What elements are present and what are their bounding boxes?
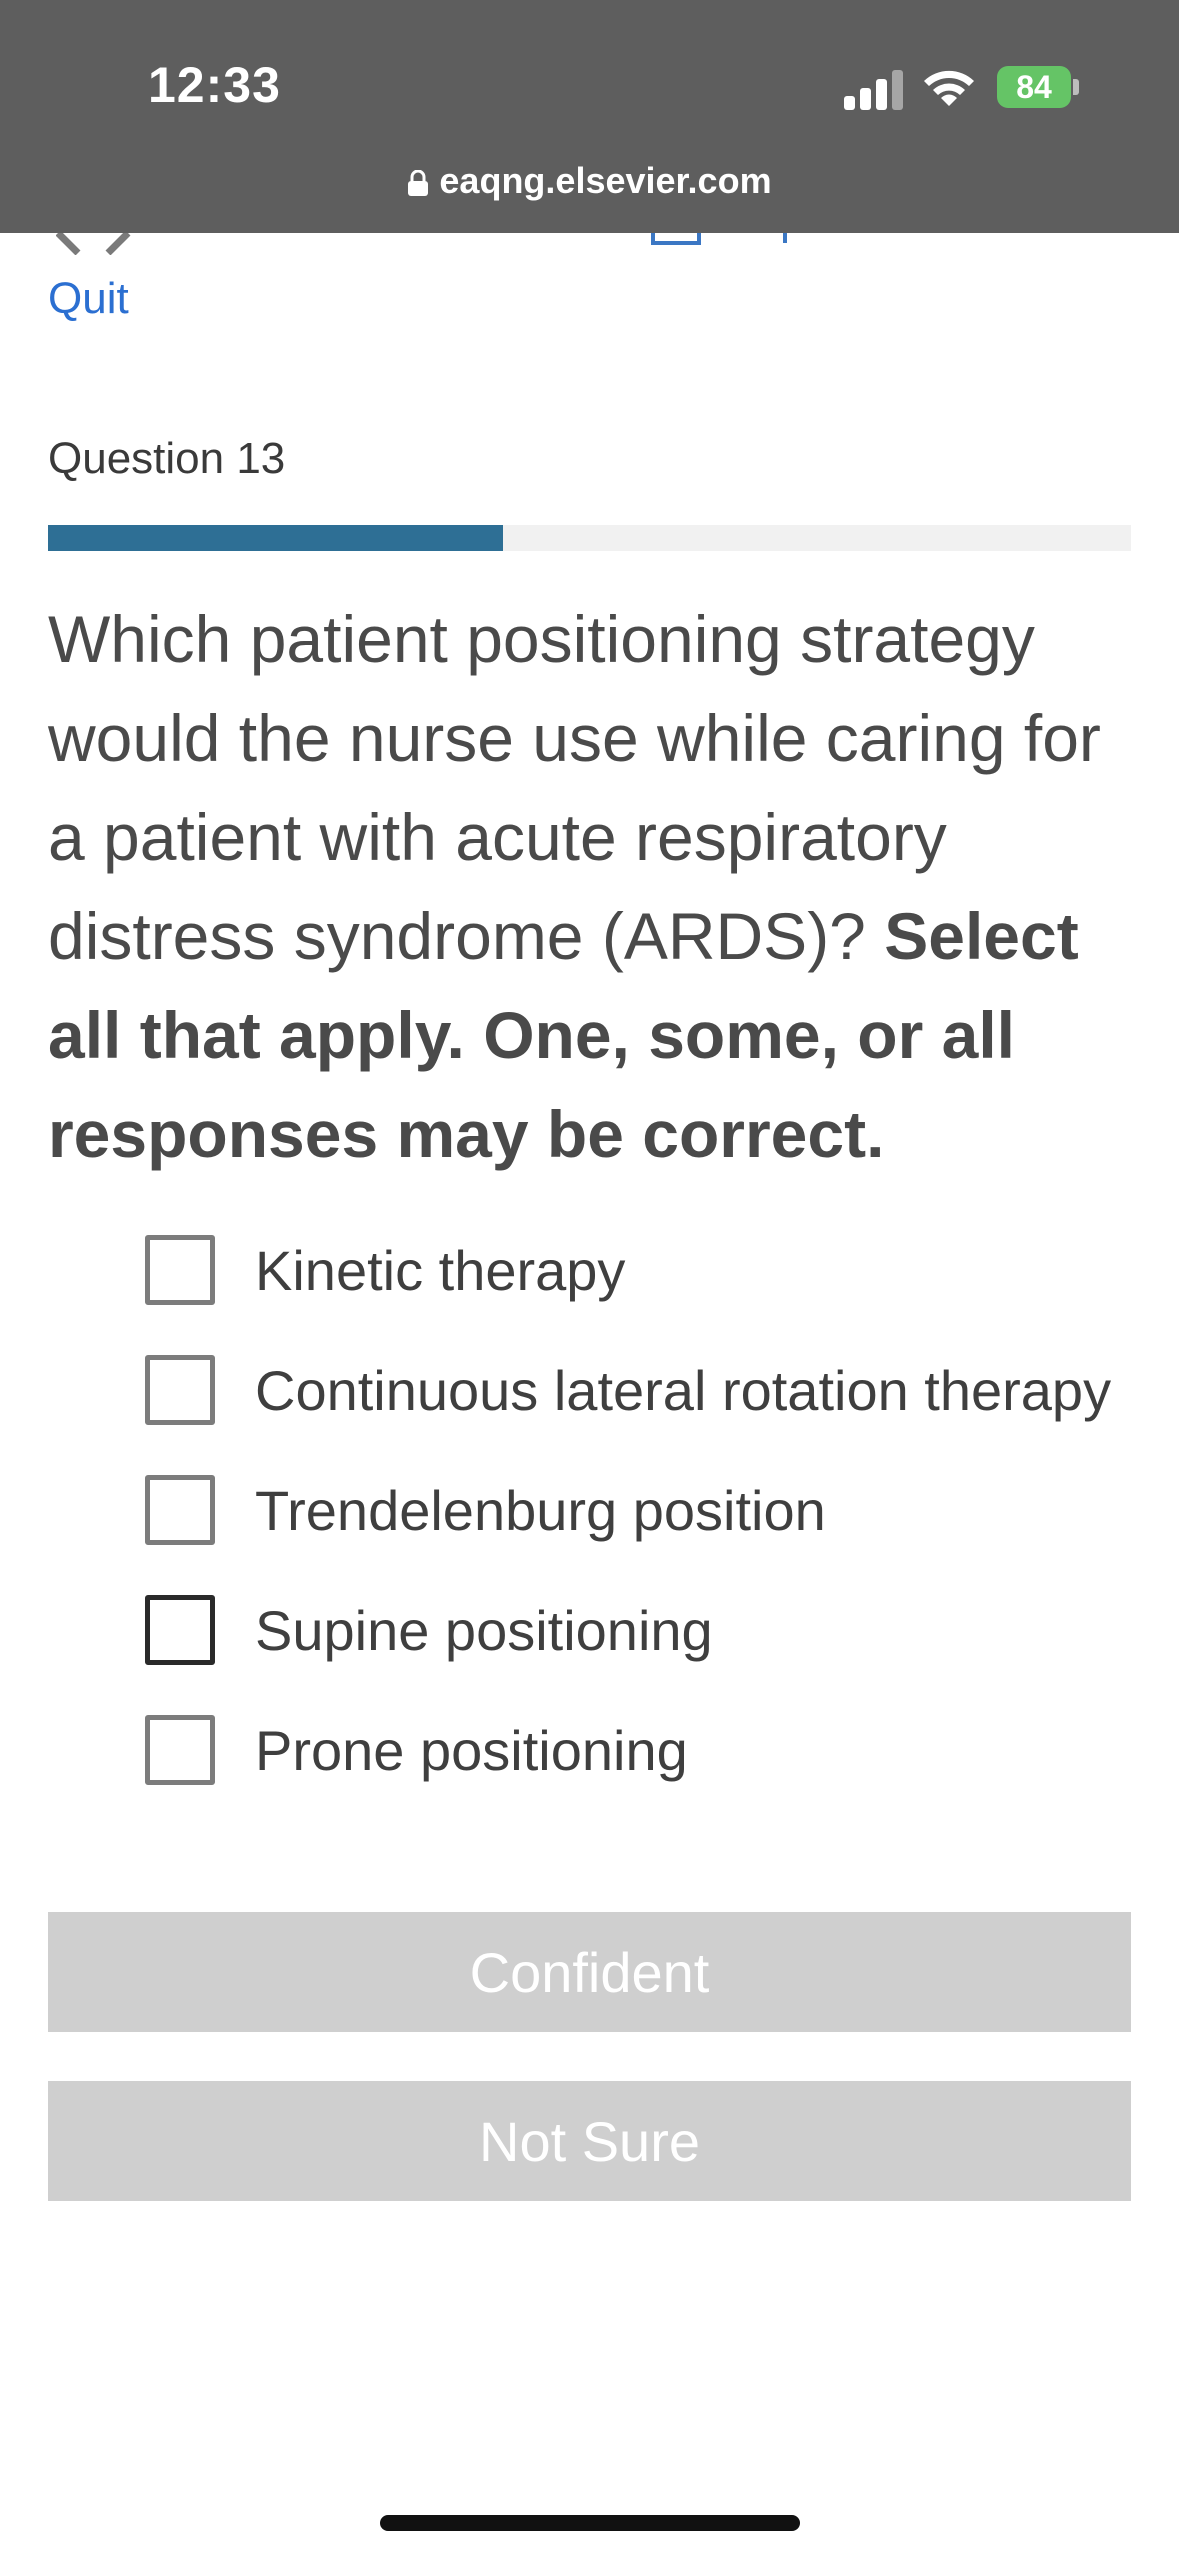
home-indicator[interactable] [380,2515,800,2531]
answer-label: Supine positioning [255,1598,713,1662]
answer-option[interactable]: Supine positioning [145,1570,1165,1690]
question-number: Question 13 [48,434,286,483]
answer-option[interactable]: Kinetic therapy [145,1210,1165,1330]
status-time: 12:33 [148,57,281,113]
not-sure-button[interactable]: Not Sure [48,2081,1131,2201]
answer-checkbox[interactable] [145,1475,215,1545]
header-divider [783,233,787,243]
battery-level: 84 [1016,69,1052,105]
status-bar: 12:33 84 eaqng.elsevier.com [0,0,1179,233]
answer-checkbox[interactable] [145,1355,215,1425]
flag-checkbox-icon[interactable] [651,233,701,245]
battery-icon: 84 [997,66,1071,108]
wifi-icon [924,70,974,106]
answer-label: Kinetic therapy [255,1238,626,1302]
answer-options: Kinetic therapy Continuous lateral rotat… [145,1210,1165,1810]
address-bar[interactable]: eaqng.elsevier.com [0,160,1179,202]
close-icon[interactable] [56,233,136,255]
answer-checkbox[interactable] [145,1235,215,1305]
answer-label: Prone positioning [255,1718,688,1782]
progress-bar [48,525,1131,551]
answer-option[interactable]: Prone positioning [145,1690,1165,1810]
answer-checkbox[interactable] [145,1715,215,1785]
page: 12:33 84 eaqng.elsevier.com Quit Questio… [0,0,1179,2556]
answer-option[interactable]: Trendelenburg position [145,1450,1165,1570]
answer-label: Trendelenburg position [255,1478,826,1542]
confident-button[interactable]: Confident [48,1912,1131,2032]
question-text: Which patient positioning strategy would… [48,590,1138,1184]
cellular-signal-icon [844,68,906,110]
url-text: eaqng.elsevier.com [439,160,772,201]
battery-cap [1073,79,1079,95]
answer-option[interactable]: Continuous lateral rotation therapy [145,1330,1165,1450]
progress-bar-fill [48,525,503,551]
answer-label: Continuous lateral rotation therapy [255,1358,1112,1422]
lock-icon [408,170,429,196]
quit-link[interactable]: Quit [48,274,129,324]
answer-checkbox[interactable] [145,1595,215,1665]
